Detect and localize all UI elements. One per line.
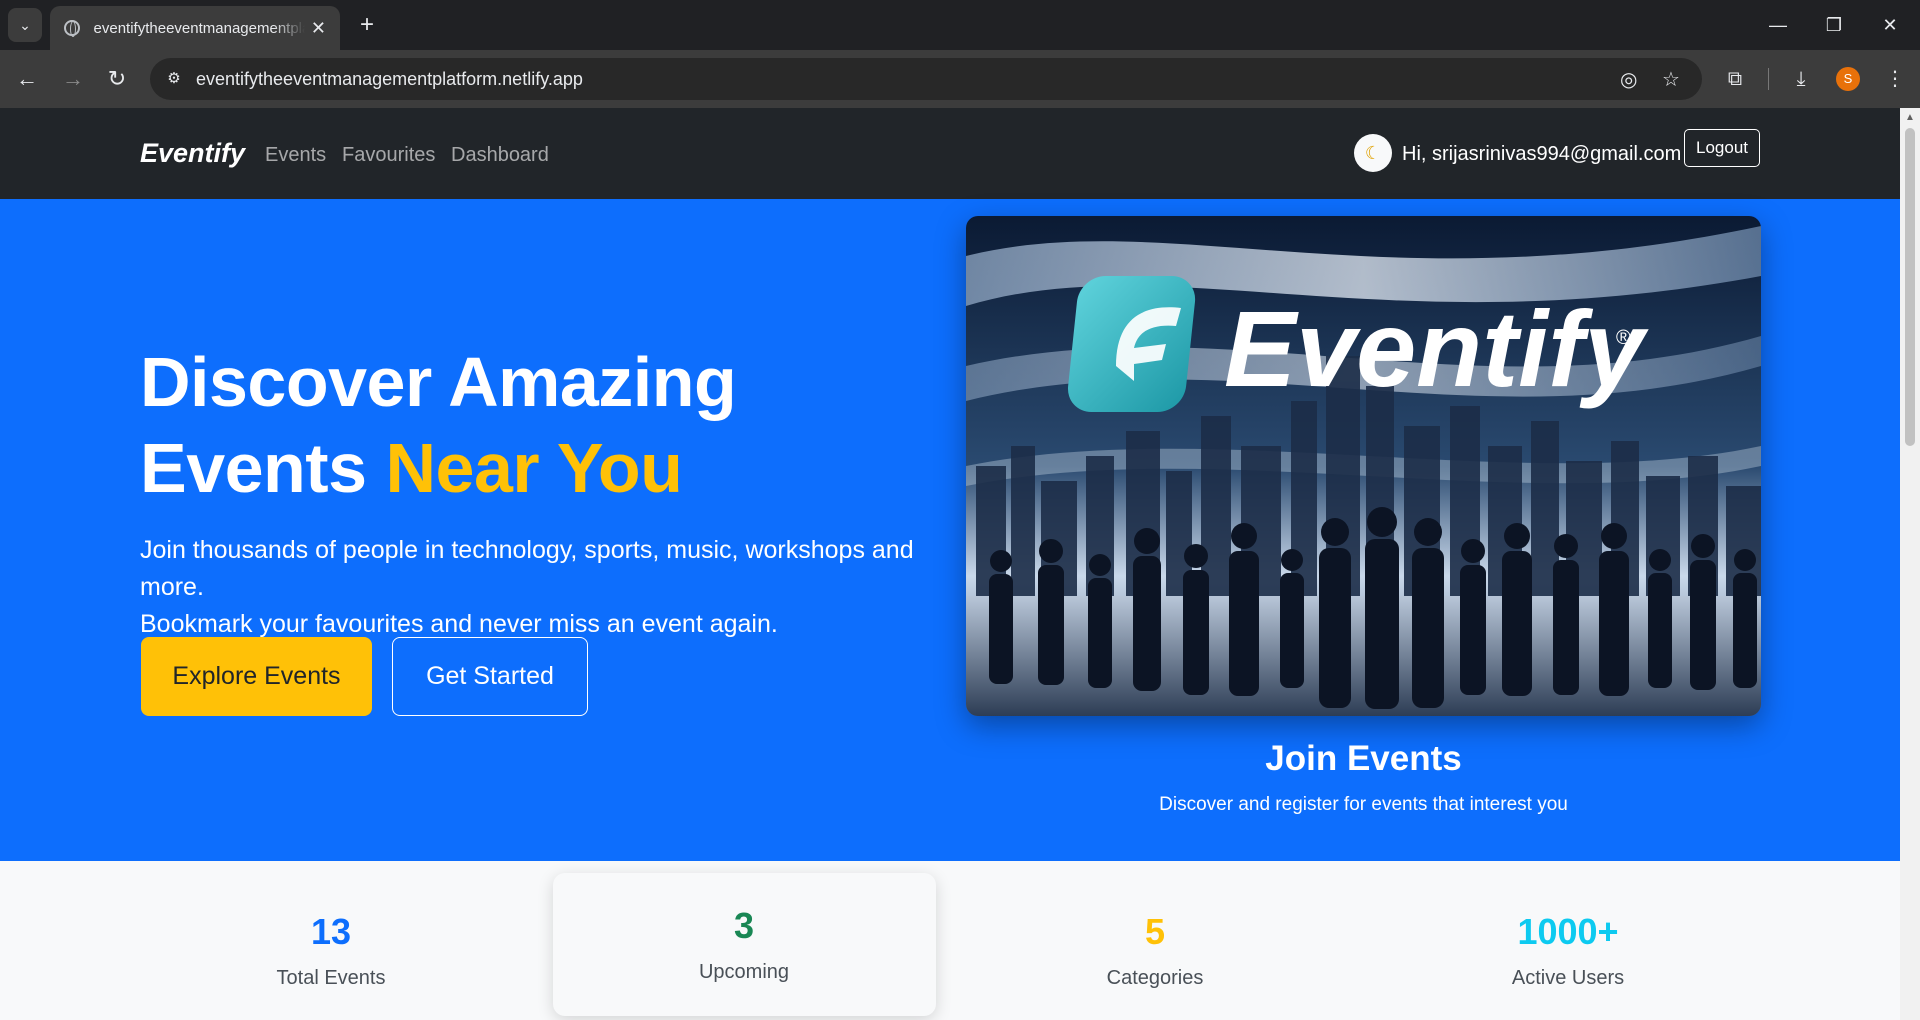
eventify-logo-mark bbox=[1067, 276, 1196, 412]
hero-lead: Join thousands of people in technology, … bbox=[140, 532, 960, 643]
theme-toggle-button[interactable]: ☾ bbox=[1354, 134, 1392, 172]
hero-section: Discover Amazing Events Near You Join th… bbox=[0, 199, 1900, 861]
stats-section: 13 Total Events 3 Upcoming 5 Categories … bbox=[0, 861, 1900, 1020]
image-logo-text: Eventify bbox=[1224, 288, 1649, 409]
hero-lead-line1: Join thousands of people in technology, … bbox=[140, 536, 914, 601]
stat-value: 13 bbox=[310, 911, 352, 952]
scroll-up-arrow-icon[interactable]: ▲ bbox=[1905, 112, 1915, 123]
scrollbar-thumb[interactable] bbox=[1905, 128, 1915, 446]
moon-icon: ☾ bbox=[1364, 142, 1382, 163]
page-viewport: Eventify Events Favourites Dashboard ☾ H… bbox=[0, 108, 1920, 1020]
forward-button[interactable]: → bbox=[58, 64, 88, 94]
image-logo-registered: ® bbox=[1616, 327, 1631, 349]
hero-title-line1: Discover Amazing bbox=[140, 343, 737, 421]
close-tab-icon[interactable]: ✕ bbox=[311, 18, 326, 39]
hero-caption-title: Join Events bbox=[1265, 739, 1462, 778]
globe-icon bbox=[64, 20, 80, 37]
stat-label: Total Events bbox=[276, 967, 386, 989]
stat-value: 5 bbox=[1144, 911, 1166, 952]
address-bar[interactable]: ⚙ eventifytheeventmanagementplatform.net… bbox=[150, 58, 1702, 100]
logout-button[interactable]: Logout bbox=[1684, 129, 1760, 167]
minimize-button[interactable]: — bbox=[1750, 0, 1806, 50]
brand-logo[interactable]: Eventify bbox=[140, 138, 245, 169]
browser-toolbar: ← → ↻ ⚙ eventifytheeventmanagementplatfo… bbox=[0, 50, 1920, 108]
tab-title: eventifytheeventmanagementplatform.netli… bbox=[93, 19, 305, 37]
stat-label: Categories bbox=[1106, 967, 1204, 989]
stat-label: Upcoming bbox=[698, 961, 790, 983]
tab-search-button[interactable]: ⌄ bbox=[8, 8, 42, 42]
restore-button[interactable]: ❐ bbox=[1806, 0, 1862, 50]
nav-link-events[interactable]: Events bbox=[265, 144, 326, 167]
browser-tab-strip: ⌄ eventifytheeventmanagementplatform.net… bbox=[0, 0, 1920, 50]
stat-categories: 5 Categories bbox=[964, 911, 1346, 990]
hero-title-line2: Events bbox=[140, 429, 386, 507]
back-button[interactable]: ← bbox=[12, 64, 42, 94]
eye-off-icon[interactable]: ◎ bbox=[1620, 67, 1637, 92]
reload-button[interactable]: ↻ bbox=[102, 64, 132, 94]
downloads-icon[interactable]: ⤓ bbox=[1786, 64, 1816, 94]
stat-upcoming: 3 Upcoming bbox=[553, 905, 935, 984]
profile-avatar[interactable]: S bbox=[1836, 67, 1860, 91]
toolbar-divider bbox=[1768, 68, 1769, 90]
nav-link-favourites[interactable]: Favourites bbox=[342, 144, 435, 167]
bookmark-star-icon[interactable]: ☆ bbox=[1662, 67, 1680, 92]
browser-tab[interactable]: eventifytheeventmanagementplatform.netli… bbox=[50, 6, 340, 50]
nav-link-dashboard[interactable]: Dashboard bbox=[451, 144, 549, 167]
new-tab-button[interactable]: + bbox=[352, 10, 382, 40]
extensions-icon[interactable]: ⧉ bbox=[1720, 64, 1750, 94]
stat-active-users: 1000+ Active Users bbox=[1377, 911, 1759, 990]
hero-lead-line2: Bookmark your favourites and never miss … bbox=[140, 610, 778, 638]
hero-image: Eventify ® bbox=[966, 216, 1761, 716]
url-text: eventifytheeventmanagementplatform.netli… bbox=[196, 69, 583, 89]
site-info-icon[interactable]: ⚙ bbox=[164, 69, 184, 89]
menu-icon[interactable]: ⋮ bbox=[1880, 64, 1910, 94]
hero-title-accent: Near You bbox=[385, 429, 683, 507]
stat-total-events: 13 Total Events bbox=[140, 911, 522, 990]
close-window-button[interactable]: ✕ bbox=[1862, 0, 1918, 50]
stat-label: Active Users bbox=[1511, 967, 1625, 989]
page-scrollbar[interactable]: ▲ bbox=[1900, 108, 1920, 1020]
get-started-button[interactable]: Get Started bbox=[392, 637, 588, 716]
stat-value: 3 bbox=[733, 905, 755, 946]
hero-caption-subtitle: Discover and register for events that in… bbox=[1159, 794, 1568, 815]
explore-events-button[interactable]: Explore Events bbox=[141, 637, 372, 716]
stat-value: 1000+ bbox=[1517, 911, 1619, 952]
hero-title: Discover Amazing Events Near You bbox=[140, 339, 737, 511]
user-greeting: Hi, srijasrinivas994@gmail.com bbox=[1402, 143, 1682, 165]
site-navbar: Eventify Events Favourites Dashboard ☾ H… bbox=[0, 108, 1900, 199]
